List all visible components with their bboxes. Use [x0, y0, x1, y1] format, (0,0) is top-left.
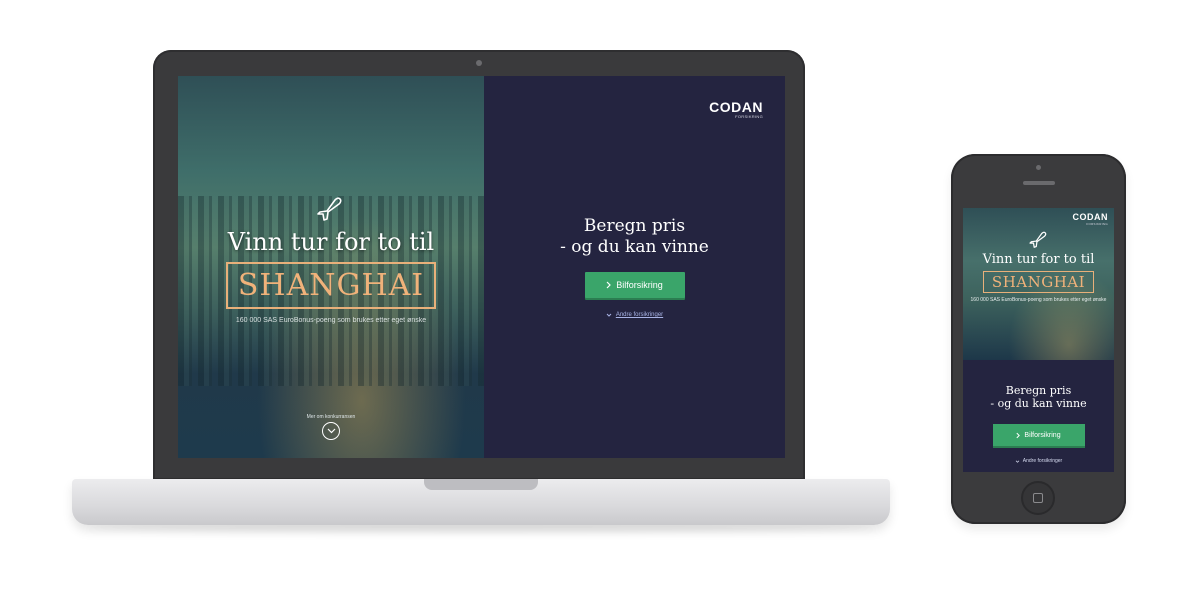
phone-camera	[1036, 165, 1041, 170]
home-button-icon	[1033, 493, 1043, 503]
mobile-hero-title: Vinn tur for to til	[982, 252, 1095, 267]
brand-name: CODAN	[709, 99, 763, 115]
car-insurance-label: Bilforsikring	[616, 280, 663, 290]
hero-subtitle: 160 000 SAS EuroBonus-poeng som brukes e…	[235, 317, 427, 324]
circle-chevron-down-icon	[327, 428, 335, 434]
panel-title-line1: Beregn pris	[583, 216, 686, 236]
laptop-base	[72, 479, 890, 525]
hero-section: Vinn tur for to til SHANGHAI 160 000 SAS…	[178, 76, 484, 458]
chevron-down-icon	[606, 313, 612, 317]
laptop-notch	[424, 479, 538, 490]
more-about-contest-link[interactable]: Mer om konkurransen	[178, 414, 484, 420]
mobile-other-insurances-link[interactable]: Andre forsikringer	[1015, 458, 1062, 464]
mobile-quote-panel: Beregn pris - og du kan vinne Bilforsikr…	[963, 360, 1114, 472]
mobile-brand-name: CODAN	[1072, 212, 1108, 222]
car-insurance-button[interactable]: Bilforsikring	[584, 272, 685, 298]
home-button[interactable]	[1021, 481, 1055, 515]
phone-screen: CODAN FORSIKRING Vinn tur for to til SHA…	[963, 208, 1114, 472]
mobile-hero-section: CODAN FORSIKRING Vinn tur for to til SHA…	[963, 208, 1114, 360]
mobile-panel-title: Beregn pris - og du kan vinne	[990, 384, 1086, 410]
laptop-camera	[476, 60, 482, 66]
mobile-brand-logo[interactable]: CODAN FORSIKRING	[1073, 213, 1109, 226]
phone-device: CODAN FORSIKRING Vinn tur for to til SHA…	[951, 154, 1126, 524]
plane-icon	[317, 197, 342, 221]
scroll-down-button[interactable]	[322, 422, 340, 440]
mobile-car-insurance-label: Bilforsikring	[1024, 431, 1061, 439]
other-insurances-link[interactable]: Andre forsikringer	[606, 312, 663, 318]
chevron-right-icon	[1016, 432, 1021, 438]
mobile-hero-city: SHANGHAI	[982, 271, 1095, 293]
chevron-down-icon	[1015, 459, 1020, 463]
mobile-brand-sub: FORSIKRING	[1086, 222, 1108, 226]
quote-panel: CODAN FORSIKRING Beregn pris - og du kan…	[484, 76, 785, 458]
mobile-panel-title-line1: Beregn pris	[1005, 384, 1072, 397]
mobile-panel-title-line2: - og du kan vinne	[990, 397, 1087, 410]
hero-title: Vinn tur for to til	[227, 228, 435, 256]
panel-title-line2: - og du kan vinne	[560, 237, 709, 257]
panel-title: Beregn pris - og du kan vinne	[560, 216, 709, 258]
phone-speaker	[1023, 181, 1055, 185]
laptop-screen: Vinn tur for to til SHANGHAI 160 000 SAS…	[178, 76, 785, 458]
hero-city: SHANGHAI	[225, 262, 437, 309]
laptop-lid: Vinn tur for to til SHANGHAI 160 000 SAS…	[153, 50, 805, 480]
mobile-car-insurance-button[interactable]: Bilforsikring	[992, 424, 1085, 446]
chevron-right-icon	[606, 281, 612, 289]
mobile-other-insurances-label: Andre forsikringer	[1022, 458, 1063, 464]
mobile-hero-subtitle: 160 000 SAS EuroBonus-poeng som brukes e…	[970, 297, 1107, 303]
plane-icon	[1028, 231, 1046, 248]
brand-logo[interactable]: CODAN FORSIKRING	[709, 100, 763, 119]
brand-sub: FORSIKRING	[735, 114, 763, 119]
other-insurances-label: Andre forsikringer	[615, 312, 664, 318]
